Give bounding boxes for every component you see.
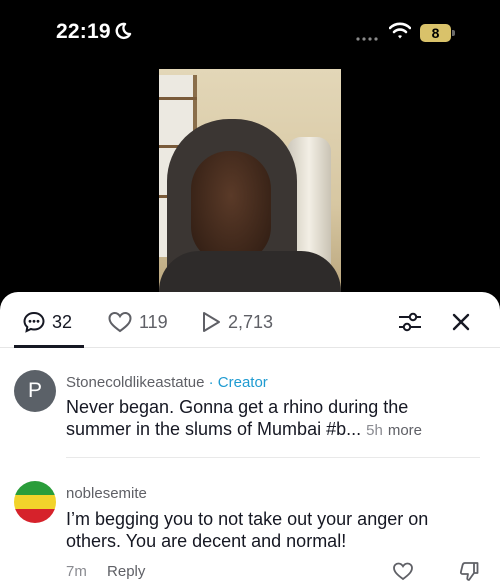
status-bar: 22:19 8 [0, 0, 500, 62]
creator-badge: Creator [217, 374, 268, 391]
views-count: 2,713 [228, 311, 274, 332]
battery-icon: 8 [420, 24, 455, 42]
status-time: 22:19 [56, 20, 111, 43]
comment-divider [66, 457, 480, 458]
comments-sheet: 32 119 2,713 P Stonecoldlikeastatue · Cr… [0, 292, 500, 588]
more-link[interactable]: more [388, 422, 422, 439]
tab-likes[interactable]: 119 [107, 309, 168, 335]
comment-username-line: Stonecoldlikeastatue · Creator [66, 374, 268, 391]
wifi-icon [389, 22, 411, 39]
separator: · [204, 374, 218, 391]
battery-level: 8 [431, 25, 440, 41]
comment-footer: 7m Reply [66, 563, 145, 580]
active-tab-indicator [14, 345, 84, 348]
comment-username[interactable]: Stonecoldlikeastatue [66, 374, 204, 391]
dislike-icon[interactable] [458, 560, 480, 582]
likes-count: 119 [139, 311, 168, 332]
comment-text: Never began. Gonna get a rhino during th… [66, 397, 409, 439]
filter-sliders-icon[interactable] [397, 309, 423, 335]
comment-time: 7m [66, 563, 87, 580]
reply-button[interactable]: Reply [107, 563, 145, 580]
heart-icon [108, 311, 132, 333]
comment-bubble-icon [23, 311, 45, 333]
video-person-face [191, 151, 271, 263]
moon-icon [115, 22, 132, 40]
comment-time: 5h [366, 422, 383, 439]
avatar[interactable] [14, 481, 56, 523]
avatar[interactable]: P [14, 370, 56, 412]
video-thumbnail[interactable] [159, 69, 341, 295]
play-icon [203, 312, 220, 332]
signal-dots-icon [356, 37, 378, 41]
comments-count: 32 [52, 311, 73, 332]
video-person-shoulders [159, 251, 341, 295]
like-comment-icon[interactable] [392, 560, 414, 582]
comments-tab-bar: 32 119 2,713 [0, 292, 500, 348]
tab-views[interactable]: 2,713 [200, 309, 273, 335]
close-icon[interactable] [448, 309, 474, 335]
comment-text-block: Never began. Gonna get a rhino during th… [66, 396, 466, 442]
tab-comments[interactable]: 32 [22, 309, 72, 335]
comment-text: I’m begging you to not take out your ang… [66, 509, 429, 551]
comment-username[interactable]: noblesemite [66, 485, 147, 502]
